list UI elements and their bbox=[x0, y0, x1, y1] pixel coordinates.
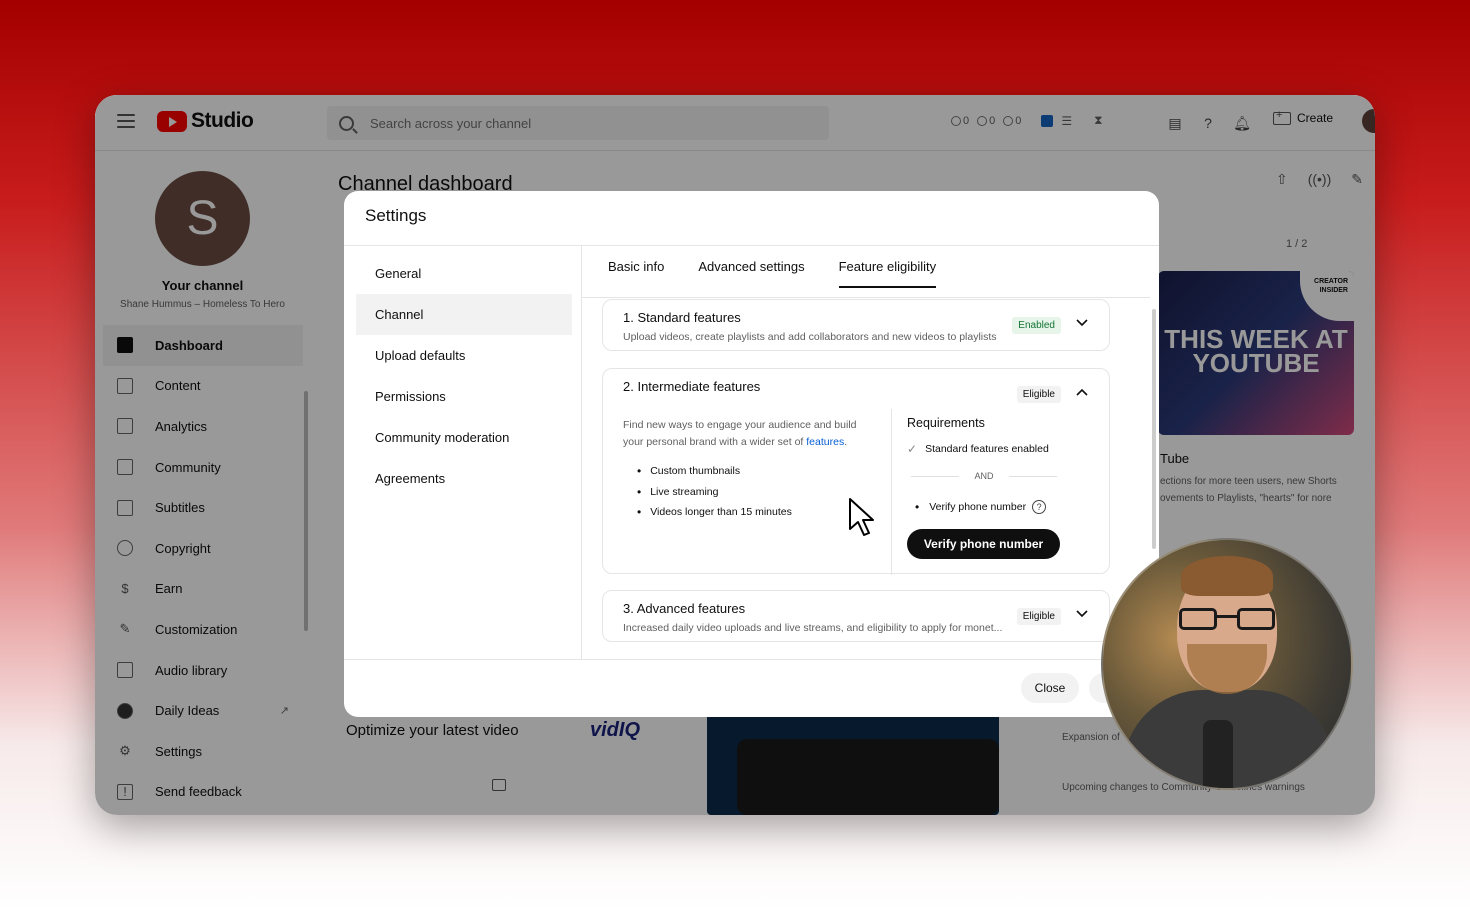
feature-description: Upload videos, create playlists and add … bbox=[623, 331, 997, 343]
glasses bbox=[1179, 608, 1275, 630]
settings-nav-agreements[interactable]: Agreements bbox=[356, 458, 572, 499]
divider bbox=[344, 659, 1159, 660]
feature-description: Increased daily video uploads and live s… bbox=[623, 622, 1003, 634]
features-link[interactable]: features bbox=[806, 436, 844, 448]
mouse-cursor-icon bbox=[849, 498, 874, 536]
tab-advanced-settings[interactable]: Advanced settings bbox=[698, 259, 804, 288]
advanced-features-card[interactable]: 3. Advanced features Increased daily vid… bbox=[602, 590, 1110, 642]
divider bbox=[344, 245, 1159, 246]
glasses-lens bbox=[1237, 608, 1275, 630]
status-badge: Eligible bbox=[1016, 608, 1061, 625]
microphone bbox=[1203, 720, 1233, 788]
feature-title: 3. Advanced features bbox=[623, 601, 746, 616]
requirement-pending: Verify phone number? bbox=[915, 500, 1047, 514]
feature-title: 1. Standard features bbox=[623, 310, 741, 325]
feature-list: Custom thumbnails Live streaming Videos … bbox=[637, 461, 792, 523]
glasses-bridge bbox=[1217, 615, 1237, 618]
feature-title: 2. Intermediate features bbox=[623, 379, 761, 394]
person-beard bbox=[1187, 644, 1267, 694]
glasses-lens bbox=[1179, 608, 1217, 630]
settings-nav: General Channel Upload defaults Permissi… bbox=[356, 253, 572, 499]
feature-description: Find new ways to engage your audience an… bbox=[623, 419, 857, 448]
tab-basic-info[interactable]: Basic info bbox=[608, 259, 664, 288]
check-icon: ✓ bbox=[907, 442, 918, 456]
settings-nav-channel[interactable]: Channel bbox=[356, 294, 572, 335]
requirement-met: ✓ Standard features enabled bbox=[907, 442, 1049, 456]
dialog-scrollbar[interactable] bbox=[1152, 309, 1156, 549]
verify-phone-button[interactable]: Verify phone number bbox=[907, 529, 1060, 559]
intermediate-features-card: 2. Intermediate features Eligible Find n… bbox=[602, 368, 1110, 575]
person-hair bbox=[1181, 556, 1273, 596]
settings-tabs: Basic info Advanced settings Feature eli… bbox=[608, 259, 937, 288]
chevron-down-icon[interactable] bbox=[1075, 608, 1089, 620]
status-badge: Eligible bbox=[1016, 386, 1061, 403]
list-item: Live streaming bbox=[637, 482, 792, 503]
chevron-down-icon[interactable] bbox=[1075, 317, 1089, 329]
dialog-title: Settings bbox=[365, 206, 427, 225]
settings-nav-upload-defaults[interactable]: Upload defaults bbox=[356, 335, 572, 376]
standard-features-card[interactable]: 1. Standard features Upload videos, crea… bbox=[602, 299, 1110, 351]
tab-feature-eligibility[interactable]: Feature eligibility bbox=[838, 259, 937, 288]
webcam-overlay bbox=[1101, 538, 1353, 790]
divider bbox=[891, 409, 892, 575]
chevron-up-icon[interactable] bbox=[1075, 386, 1089, 398]
help-icon[interactable]: ? bbox=[1032, 500, 1047, 514]
settings-nav-permissions[interactable]: Permissions bbox=[356, 376, 572, 417]
settings-dialog: Settings General Channel Upload defaults… bbox=[344, 191, 1159, 717]
and-separator: AND bbox=[907, 471, 1061, 481]
settings-nav-general[interactable]: General bbox=[356, 253, 572, 294]
requirements-title: Requirements bbox=[907, 416, 985, 430]
status-badge: Enabled bbox=[1012, 317, 1061, 334]
divider bbox=[581, 246, 582, 659]
divider bbox=[582, 297, 1150, 298]
list-item: Custom thumbnails bbox=[637, 461, 792, 482]
list-item: Videos longer than 15 minutes bbox=[637, 502, 792, 523]
settings-nav-community-moderation[interactable]: Community moderation bbox=[356, 417, 572, 458]
close-button[interactable]: Close bbox=[1021, 673, 1079, 703]
